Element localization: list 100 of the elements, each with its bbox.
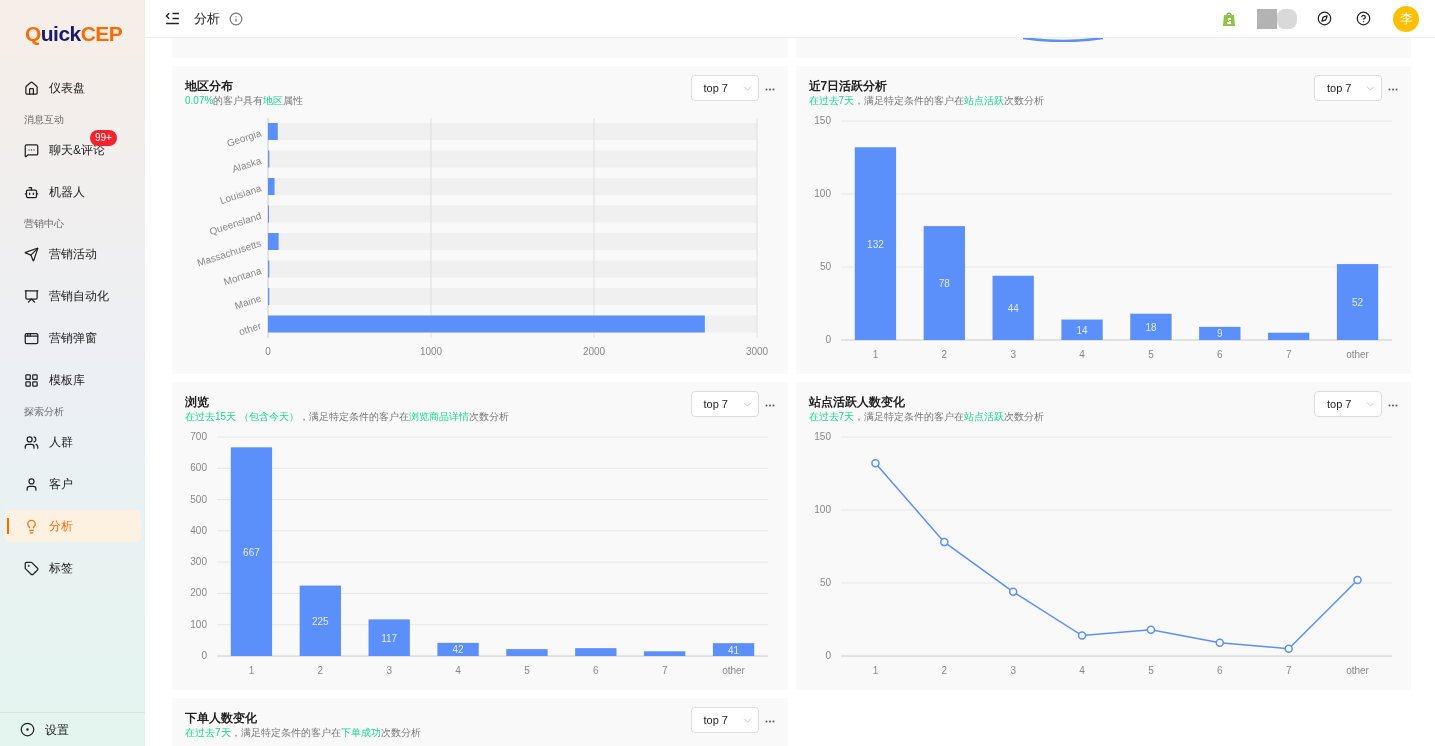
axis-label: 700 [190,431,207,442]
data-label: 9 [1216,328,1223,340]
axis-label: 100 [813,504,831,515]
nav-item[interactable]: 营销自动化 [4,280,141,312]
axis-label: 6 [1216,665,1223,676]
axis-label: 7 [1285,665,1291,676]
axis-label: 5 [524,665,530,676]
user-icon [24,476,39,492]
axis-label: 50 [819,261,831,272]
axis-label: 1 [248,665,255,676]
data-label: 117 [381,632,398,644]
axis-label: 0 [824,334,831,345]
nav-label: 营销自动化 [49,288,109,305]
bar [1267,332,1309,340]
data-point [1283,644,1293,653]
axis-label: 2000 [582,346,606,357]
info-icon[interactable] [229,11,243,26]
axis-label: 100 [190,618,207,630]
card-subtitle: 0.07%的客户具有地区属性 [185,94,304,108]
axis-label: 1000 [419,346,443,357]
nav-label: 标签 [49,560,73,577]
top-select[interactable]: top 7 [690,75,759,101]
card-title: 站点活跃人数变化 [808,394,906,410]
nav-item[interactable]: 仪表盘 [4,72,141,104]
bar [437,642,479,656]
house-icon [24,80,39,96]
top-select[interactable]: top 7 [1314,391,1382,417]
top-select[interactable]: top 7 [1314,75,1382,101]
axis-label: 3000 [745,346,769,357]
axis-label: 2 [317,665,324,676]
data-label: 52 [1351,297,1363,309]
nav-label: 模板库 [49,372,85,389]
bar [506,649,548,656]
data-point [1077,631,1086,640]
axis-label: 4 [1078,665,1085,676]
axis-label: 3 [386,665,392,676]
nav-item[interactable]: 机器人 [4,176,141,208]
axis-label: other [237,319,263,338]
bar [712,643,755,656]
bar [268,233,279,250]
bar [1198,326,1240,340]
chat-icon [24,142,39,158]
axis-label: 7 [661,665,668,676]
axis-label: 150 [813,431,831,442]
axis-label: 3 [1009,349,1016,360]
top-select[interactable]: top 7 [690,391,759,417]
axis-label: 150 [813,115,831,126]
axis-label: 500 [190,493,207,505]
help-icon[interactable] [1356,11,1371,26]
axis-label: Maine [233,292,263,312]
bar [644,651,686,656]
grid-icon [24,372,39,388]
card-title: 浏览 [185,394,210,410]
count-badge: 99+ [90,130,117,146]
card-title: 地区分布 [185,78,234,94]
more-icon[interactable] [764,404,775,407]
axis-label: Georgia [225,127,263,149]
data-point [1352,575,1362,585]
axis-label: 4 [455,665,461,676]
compass-icon[interactable] [1317,11,1332,26]
redacted-area [1257,8,1297,29]
top-select[interactable]: top 7 [690,707,759,733]
card-subtitle: 在过去15天 （包含今天），满足特定条件的客户在浏览商品详情次数分析 [185,410,509,424]
data-label: 42 [452,644,464,656]
more-icon[interactable] [1388,404,1398,407]
axis-label: 0 [824,650,831,661]
tag-icon [24,560,39,576]
nav-item[interactable]: 模板库 [4,364,141,396]
settings-link[interactable]: 设置 [45,720,69,739]
axis-label: 7 [1285,349,1291,360]
nav-item[interactable]: 标签 [4,552,141,584]
bar [299,585,341,656]
window-icon [24,330,39,346]
axis-label: 300 [190,556,207,568]
robot-icon [24,184,39,200]
axis-label: 200 [190,587,207,599]
axis-label: Alaska [230,154,263,175]
nav-label: 机器人 [49,184,85,201]
axis-label: other [722,665,745,676]
data-point [939,537,949,547]
data-point [870,459,880,468]
more-icon[interactable] [1388,88,1398,91]
menu-icon[interactable] [164,10,181,27]
data-label: 14 [1076,324,1088,336]
more-icon[interactable] [764,720,775,723]
more-icon[interactable] [764,88,775,91]
nav-item[interactable]: 客户 [4,468,141,500]
axis-label: other [1345,665,1369,676]
data-point [1215,638,1224,648]
axis-label: 50 [819,577,831,588]
axis-label: 1 [872,349,878,360]
bar [268,178,275,195]
axis-label: 600 [190,462,207,474]
section-label: 探索分析 [23,404,65,419]
bar [1060,319,1103,340]
monitor-chart-icon [24,288,39,304]
nav-item[interactable]: 人群 [4,426,141,458]
nav-item[interactable]: 营销活动 [4,238,141,270]
nav-item[interactable]: 营销弹窗 [4,322,141,354]
data-label: 41 [728,644,740,656]
